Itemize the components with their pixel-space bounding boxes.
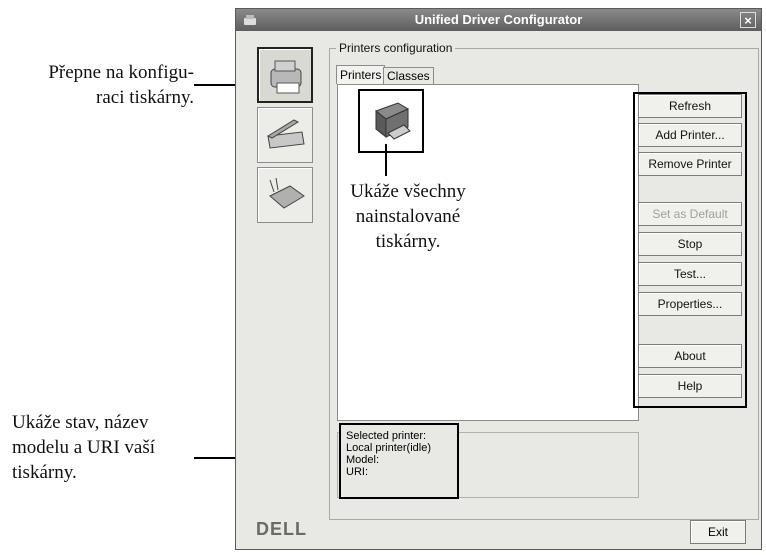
callout-line-1: Přepne na konfigu- xyxy=(48,62,194,83)
model-label: Model: xyxy=(346,454,380,466)
printer-icon xyxy=(270,60,302,94)
tab-printers[interactable]: Printers xyxy=(336,65,386,84)
help-button[interactable]: Help xyxy=(638,374,742,398)
printer-icon xyxy=(374,102,411,140)
note-line-2: nainstalované xyxy=(355,206,461,227)
note-line-3: tiskárny. xyxy=(375,231,441,252)
callout-all-printers: Ukáže všechny nainstalované tiskárny. xyxy=(336,179,480,254)
close-icon: × xyxy=(744,13,752,28)
callout-status-info: Ukáže stav, název modelu a URI vaší tisk… xyxy=(12,410,202,485)
selected-printer-info: Selected printer: Local printer(idle) Mo… xyxy=(339,423,459,499)
nav-scanners-button[interactable] xyxy=(257,107,313,163)
nav-printers-button[interactable] xyxy=(257,47,313,103)
port-icon xyxy=(269,177,305,209)
dell-logo: DELL xyxy=(256,519,307,539)
callout-leader-line xyxy=(385,144,387,176)
callout-line-2: modelu a URI vaší xyxy=(12,437,156,458)
scanner-icon xyxy=(266,119,305,149)
callout-printer-config: Přepne na konfigu- raci tiskárny. xyxy=(26,60,194,110)
installed-printer-item[interactable] xyxy=(358,89,424,153)
nav-ports-button[interactable] xyxy=(257,167,313,223)
window-title: Unified Driver Configurator xyxy=(414,12,583,27)
remove-printer-button[interactable]: Remove Printer xyxy=(638,152,742,176)
set-default-button[interactable]: Set as Default xyxy=(638,202,742,226)
add-printer-button[interactable]: Add Printer... xyxy=(638,123,742,147)
selected-printer-label: Selected printer: xyxy=(346,430,427,442)
uri-label: URI: xyxy=(346,466,368,478)
group-label: Printers configuration xyxy=(336,41,456,55)
app-window: Unified Driver Configurator × Printers c… xyxy=(235,8,762,550)
test-button[interactable]: Test... xyxy=(638,262,742,286)
stop-button[interactable]: Stop xyxy=(638,232,742,256)
refresh-button[interactable]: Refresh xyxy=(638,94,742,118)
printer-app-icon xyxy=(244,15,256,25)
tab-classes[interactable]: Classes xyxy=(383,67,434,84)
printer-status-value: Local printer(idle) xyxy=(346,442,431,454)
close-button[interactable]: × xyxy=(740,12,756,28)
properties-button[interactable]: Properties... xyxy=(638,292,742,316)
exit-button[interactable]: Exit xyxy=(690,520,746,544)
about-button[interactable]: About xyxy=(638,344,742,368)
callout-line-2: raci tiskárny. xyxy=(96,87,194,108)
title-bar: Unified Driver Configurator × xyxy=(236,9,761,31)
callout-line-3: tiskárny. xyxy=(12,462,77,483)
note-line-1: Ukáže všechny xyxy=(350,181,466,202)
callout-line-1: Ukáže stav, název xyxy=(12,412,149,433)
